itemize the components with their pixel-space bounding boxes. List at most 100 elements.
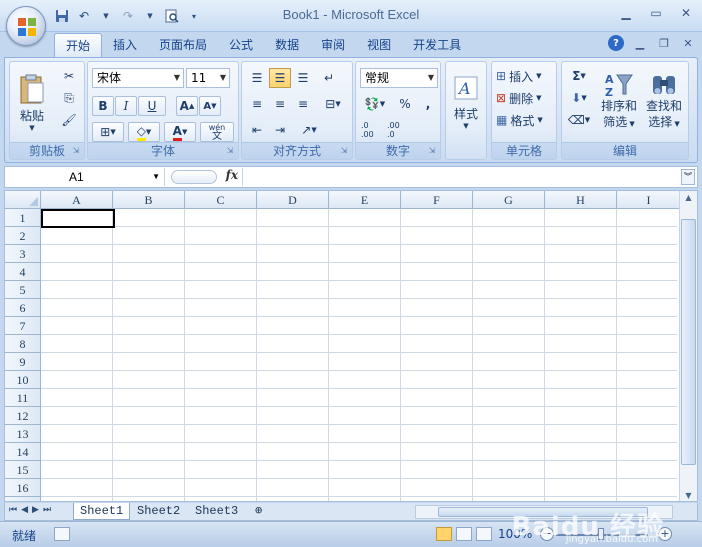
vertical-scroll-thumb[interactable]	[681, 219, 696, 465]
styles-button[interactable]: A 样式 ▼	[448, 66, 484, 138]
page-layout-view-icon[interactable]	[456, 527, 472, 541]
row-header[interactable]: 14	[5, 443, 41, 461]
tab-developer[interactable]: 开发工具	[402, 33, 472, 57]
row-header[interactable]: 9	[5, 353, 41, 371]
bold-button[interactable]: B	[92, 96, 114, 116]
font-launcher-icon[interactable]: ⇲	[225, 146, 235, 156]
row-header[interactable]: 12	[5, 407, 41, 425]
insert-sheet-icon[interactable]: ⊕	[249, 503, 268, 520]
prev-sheet-icon[interactable]: ◀	[21, 505, 28, 515]
tab-view[interactable]: 视图	[356, 33, 402, 57]
insert-cells-button[interactable]: ⊞ 插入 ▼	[496, 66, 541, 86]
row-header[interactable]: 4	[5, 263, 41, 281]
grow-font-icon[interactable]: A ▲	[176, 96, 198, 116]
row-header[interactable]: 10	[5, 371, 41, 389]
number-launcher-icon[interactable]: ⇲	[427, 146, 437, 156]
column-header-c[interactable]: C	[185, 191, 257, 209]
minimize-icon[interactable]: ▁	[616, 4, 636, 22]
align-bottom-icon[interactable]: ☰	[292, 68, 314, 88]
wrap-text-icon[interactable]: ↵	[318, 68, 340, 88]
help-icon[interactable]: ?	[608, 35, 624, 51]
sort-filter-button[interactable]: AZ 排序和 筛选 ▼	[598, 66, 640, 138]
column-header-i[interactable]: I	[617, 191, 681, 209]
office-button[interactable]	[6, 6, 46, 46]
borders-icon[interactable]: ⊞ ▼	[92, 122, 124, 142]
maximize-icon[interactable]: ▭	[646, 4, 666, 22]
copy-icon[interactable]: ⎘	[58, 88, 80, 108]
active-cell[interactable]	[41, 209, 115, 228]
find-select-button[interactable]: 查找和 选择 ▼	[642, 66, 686, 138]
shrink-font-icon[interactable]: A ▼	[199, 96, 221, 116]
tab-page-layout[interactable]: 页面布局	[148, 33, 218, 57]
align-center-icon[interactable]: ≡	[269, 94, 291, 114]
fill-color-icon[interactable]: ◇ ▼	[128, 122, 160, 142]
format-cells-button[interactable]: ▦ 格式 ▼	[496, 110, 543, 130]
workbook-close-icon[interactable]: ✕	[680, 35, 696, 51]
row-header[interactable]: 11	[5, 389, 41, 407]
row-header[interactable]: 13	[5, 425, 41, 443]
column-header-g[interactable]: G	[473, 191, 545, 209]
page-break-view-icon[interactable]	[476, 527, 492, 541]
column-header-b[interactable]: B	[113, 191, 185, 209]
row-header[interactable]: 2	[5, 227, 41, 245]
format-painter-icon[interactable]: 🖌	[58, 110, 80, 130]
percent-button[interactable]: %	[394, 94, 416, 114]
row-header[interactable]: 1	[5, 209, 41, 227]
column-header-h[interactable]: H	[545, 191, 617, 209]
decrease-decimal-button[interactable]: .00 .0	[386, 120, 410, 140]
row-header[interactable]: 3	[5, 245, 41, 263]
sheet-tab-1[interactable]: Sheet1	[73, 503, 131, 520]
next-sheet-icon[interactable]: ▶	[32, 505, 39, 515]
tab-data[interactable]: 数据	[264, 33, 310, 57]
align-left-icon[interactable]: ≡	[246, 94, 268, 114]
row-header[interactable]: 15	[5, 461, 41, 479]
workbook-restore-icon[interactable]: ❐	[656, 35, 672, 51]
comma-style-button[interactable]: ,	[417, 94, 439, 114]
tab-home[interactable]: 开始	[54, 33, 103, 57]
fill-icon[interactable]: ⬇ ▼	[564, 88, 594, 108]
cell-grid[interactable]	[41, 209, 677, 501]
row-header[interactable]: 6	[5, 299, 41, 317]
sheet-tab-2[interactable]: Sheet2	[131, 503, 186, 520]
scroll-up-icon[interactable]: ▲	[680, 191, 697, 205]
select-all-corner[interactable]	[5, 191, 41, 209]
increase-indent-icon[interactable]: ⇥	[269, 120, 291, 140]
phonetic-guide-button[interactable]: wén 文	[200, 122, 234, 142]
column-header-e[interactable]: E	[329, 191, 401, 209]
row-header[interactable]: 7	[5, 317, 41, 335]
underline-button[interactable]: U	[138, 96, 166, 116]
tab-review[interactable]: 审阅	[310, 33, 356, 57]
row-header[interactable]: 5	[5, 281, 41, 299]
cut-icon[interactable]: ✂	[58, 66, 80, 86]
row-header[interactable]: 16	[5, 479, 41, 497]
last-sheet-icon[interactable]: ⏭	[43, 505, 51, 515]
align-right-icon[interactable]: ≡	[292, 94, 314, 114]
italic-button[interactable]: I	[115, 96, 137, 116]
align-top-icon[interactable]: ☰	[246, 68, 268, 88]
paste-button[interactable]: 粘贴 ▼	[14, 66, 50, 138]
insert-function-button[interactable]: fx	[226, 168, 238, 182]
alignment-launcher-icon[interactable]: ⇲	[339, 146, 349, 156]
clear-icon[interactable]: ⌫ ▼	[564, 110, 594, 130]
column-header-d[interactable]: D	[257, 191, 329, 209]
autosum-icon[interactable]: Σ ▼	[564, 66, 594, 86]
sheet-tab-3[interactable]: Sheet3	[189, 503, 244, 520]
row-header[interactable]: 17	[5, 497, 41, 501]
close-icon[interactable]: ✕	[676, 4, 696, 22]
name-box[interactable]: A1 ▼	[7, 168, 165, 186]
font-color-icon[interactable]: A ▼	[164, 122, 196, 142]
vertical-scrollbar[interactable]: ▲ ▼	[679, 191, 697, 501]
tab-formulas[interactable]: 公式	[218, 33, 264, 57]
row-header[interactable]: 8	[5, 335, 41, 353]
font-name-select[interactable]: 宋体 ▼	[92, 68, 184, 88]
formula-input[interactable]	[245, 168, 677, 186]
expand-formula-bar-icon[interactable]: ︾	[681, 169, 695, 185]
column-header-a[interactable]: A	[41, 191, 113, 209]
scroll-down-icon[interactable]: ▼	[680, 489, 697, 501]
macro-record-icon[interactable]	[54, 527, 70, 541]
delete-cells-button[interactable]: ⊠ 删除 ▼	[496, 88, 541, 108]
decrease-indent-icon[interactable]: ⇤	[246, 120, 268, 140]
workbook-minimize-icon[interactable]: ▁	[632, 35, 648, 51]
accounting-format-icon[interactable]: 💱 ▼	[360, 94, 390, 114]
tab-insert[interactable]: 插入	[102, 33, 148, 57]
